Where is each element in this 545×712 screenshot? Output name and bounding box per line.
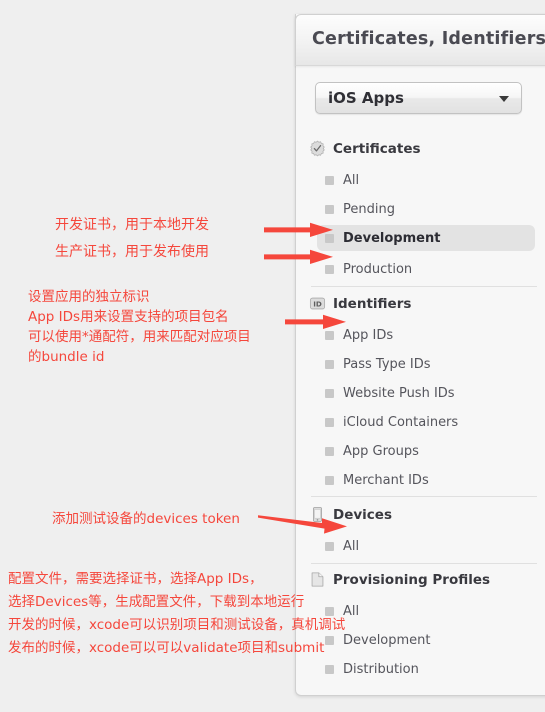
sidebar-item-label: Merchant IDs: [343, 472, 429, 488]
group-title-provisioning-profiles: Provisioning Profiles: [333, 571, 491, 588]
group-header-devices: Devices: [309, 506, 392, 523]
sidebar-item-certificates-pending[interactable]: Pending: [317, 196, 535, 222]
bullet-icon: [325, 417, 334, 427]
certificate-seal-icon: [310, 140, 325, 157]
bullet-icon: [325, 446, 334, 456]
chevron-down-icon: [499, 96, 509, 102]
section-divider: [311, 496, 537, 497]
screenshot-root: Certificates, Identifiers & iOS Apps Cer…: [0, 0, 545, 712]
group-header-provisioning-profiles: Provisioning Profiles: [309, 571, 490, 588]
annotation-app-ids-line4: 的bundle id: [28, 349, 105, 365]
panel-body: iOS Apps Certificates All Pending Develo…: [295, 66, 545, 696]
sidebar-item-label: Pending: [343, 201, 395, 217]
platform-select-box[interactable]: iOS Apps: [315, 82, 522, 114]
provisioning-document-icon: [311, 572, 324, 587]
bullet-icon: [325, 233, 334, 243]
sidebar-item-label: Production: [343, 261, 413, 277]
sidebar-item-app-ids[interactable]: App IDs: [317, 322, 535, 348]
sidebar-item-icloud-containers[interactable]: iCloud Containers: [317, 409, 535, 435]
bullet-icon: [325, 264, 334, 274]
sidebar-item-profiles-all[interactable]: All: [317, 598, 535, 624]
annotation-production-cert: 生产证书，用于发布使用: [55, 244, 209, 260]
sidebar-item-label: Development: [343, 230, 441, 246]
sidebar-item-label: App Groups: [343, 443, 419, 459]
bullet-icon: [325, 664, 334, 674]
group-header-identifiers: ID Identifiers: [309, 295, 411, 312]
bullet-icon: [325, 606, 334, 616]
sidebar-item-label: iCloud Containers: [343, 414, 459, 430]
panel-header: Certificates, Identifiers &: [295, 14, 545, 66]
annotation-app-ids-line2: App IDs用来设置支持的项目包名: [28, 309, 229, 325]
sidebar-item-devices-all[interactable]: All: [317, 533, 535, 559]
bullet-icon: [325, 330, 334, 340]
sidebar-item-profiles-development[interactable]: Development: [317, 627, 535, 653]
sidebar-item-certificates-all[interactable]: All: [317, 167, 535, 193]
sidebar-item-label: All: [343, 172, 360, 188]
bullet-icon: [325, 175, 334, 185]
bullet-icon: [325, 388, 334, 398]
sidebar-item-label: All: [343, 538, 360, 554]
group-title-devices: Devices: [333, 506, 392, 523]
sidebar-item-label: Website Push IDs: [343, 385, 455, 401]
annotation-devices: 添加测试设备的devices token: [52, 511, 240, 527]
group-header-certificates: Certificates: [309, 140, 421, 157]
platform-select[interactable]: iOS Apps: [315, 82, 522, 114]
platform-select-label: iOS Apps: [328, 89, 404, 107]
sidebar-item-app-groups[interactable]: App Groups: [317, 438, 535, 464]
annotation-app-ids-line1: 设置应用的独立标识: [28, 289, 150, 305]
sidebar-item-label: Pass Type IDs: [343, 356, 431, 372]
identifier-id-icon: ID: [309, 297, 326, 310]
bullet-icon: [325, 635, 334, 645]
sidebar-item-label: All: [343, 603, 360, 619]
sidebar-item-profiles-distribution[interactable]: Distribution: [317, 656, 535, 682]
section-divider: [311, 563, 537, 564]
bullet-icon: [325, 204, 334, 214]
sidebar-item-merchant-ids[interactable]: Merchant IDs: [317, 467, 535, 493]
annotation-profiles-line2: 选择Devices等，生成配置文件，下载到本地运行: [8, 594, 305, 610]
bullet-icon: [325, 541, 334, 551]
page-title: Certificates, Identifiers &: [312, 29, 545, 49]
annotation-profiles-line4: 发布的时候，xcode可以可以validate项目和submit: [8, 640, 325, 656]
sidebar-item-website-push-ids[interactable]: Website Push IDs: [317, 380, 535, 406]
annotation-development-cert: 开发证书，用于本地开发: [55, 217, 209, 233]
sidebar-item-label: Development: [343, 632, 431, 648]
svg-text:ID: ID: [313, 300, 322, 309]
sidebar-item-certificates-production[interactable]: Production: [317, 256, 535, 282]
group-title-identifiers: Identifiers: [333, 295, 412, 312]
bullet-icon: [325, 359, 334, 369]
group-title-certificates: Certificates: [333, 140, 421, 157]
sidebar-item-certificates-development[interactable]: Development: [317, 225, 535, 251]
sidebar-item-pass-type-ids[interactable]: Pass Type IDs: [317, 351, 535, 377]
sidebar-item-label: App IDs: [343, 327, 394, 343]
annotation-app-ids-line3: 可以使用*通配符，用来匹配对应项目: [28, 329, 251, 345]
device-phone-icon: [313, 507, 322, 522]
bullet-icon: [325, 475, 334, 485]
annotation-profiles-line1: 配置文件，需要选择证书，选择App IDs，: [8, 571, 263, 587]
sidebar-item-label: Distribution: [343, 661, 419, 677]
section-divider: [311, 286, 537, 287]
